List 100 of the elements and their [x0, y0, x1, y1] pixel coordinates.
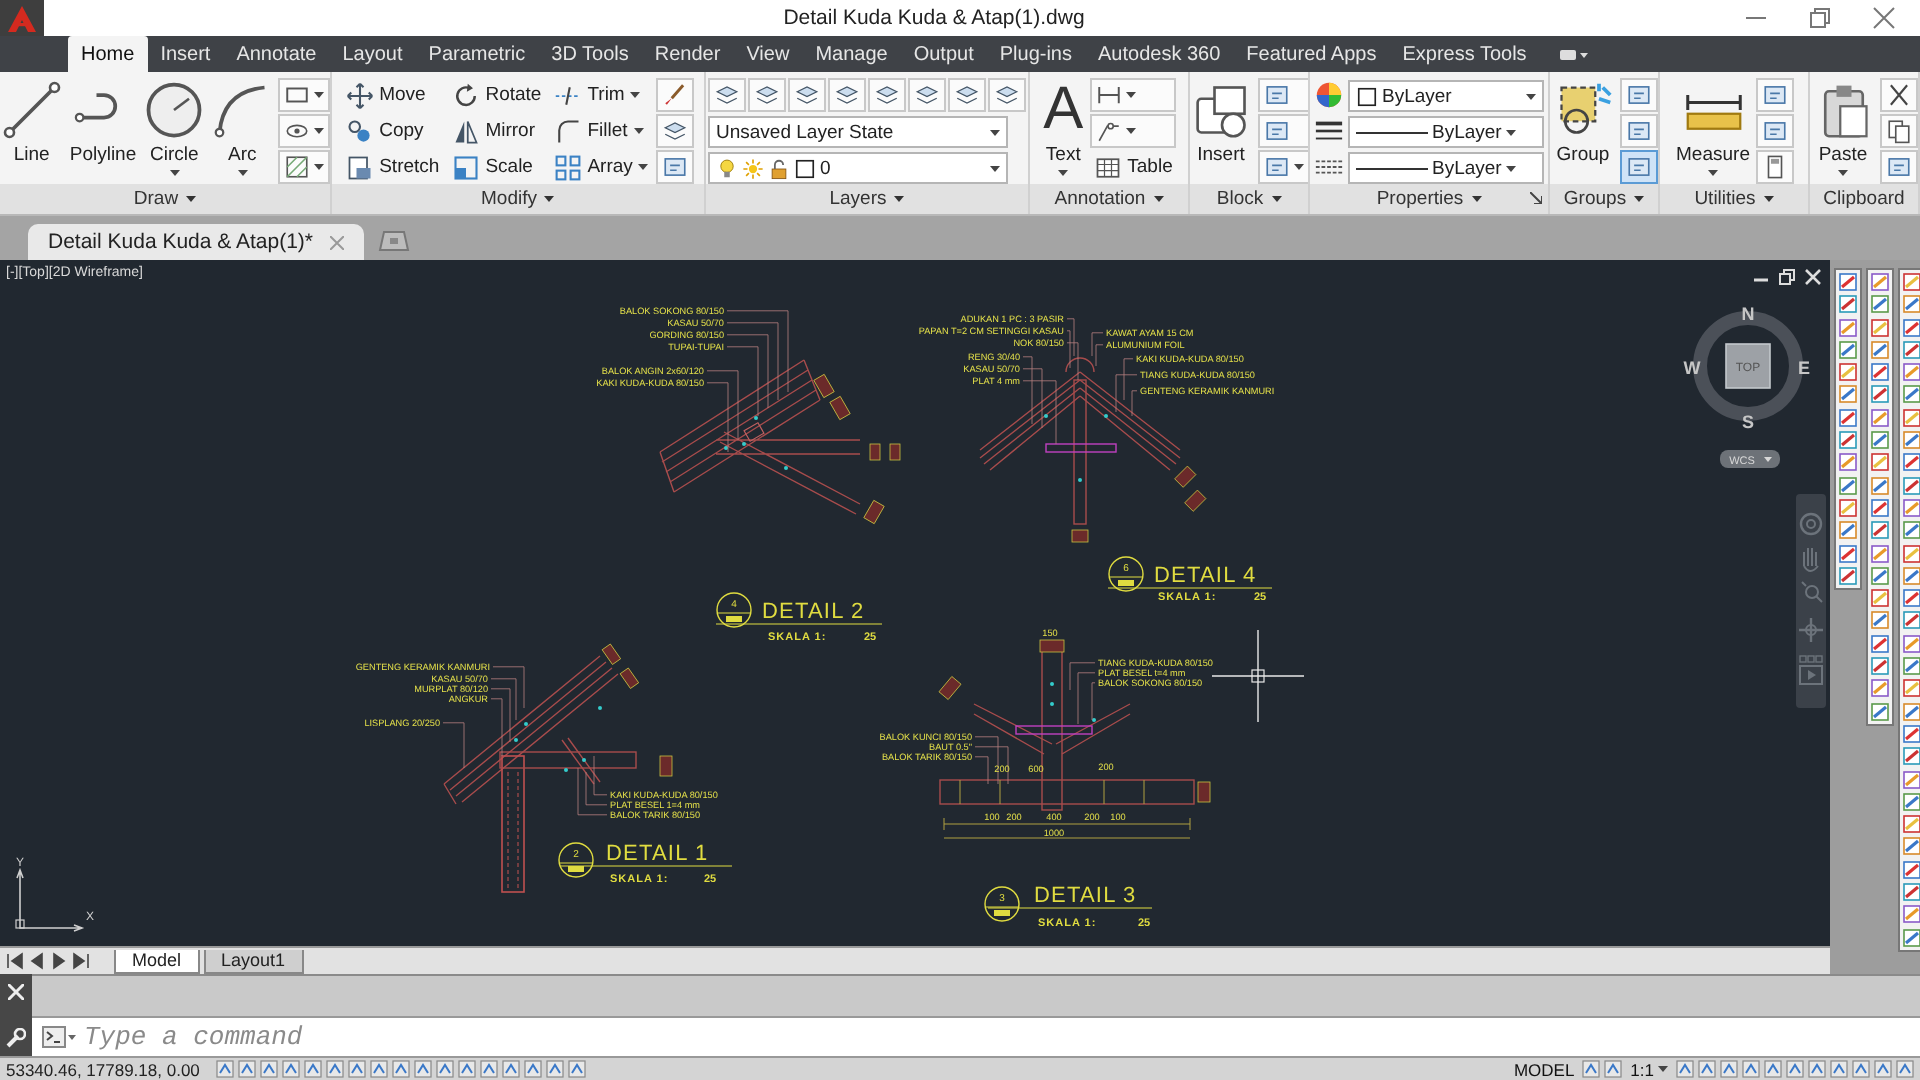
status-toggle-icon[interactable]: [1852, 1060, 1870, 1078]
toolbar-icon[interactable]: [1838, 452, 1858, 473]
ribbon-tool-button[interactable]: Fillet: [549, 114, 653, 148]
toolbar-icon[interactable]: [1870, 520, 1890, 541]
ribbon-tool-button[interactable]: Arc: [210, 78, 275, 178]
ribbon-tool-button[interactable]: Trim: [549, 78, 653, 112]
toolbar-icon[interactable]: [1902, 294, 1920, 315]
toolbar-icon[interactable]: [1838, 565, 1858, 586]
file-tab[interactable]: Detail Kuda Kuda & Atap(1)*: [28, 224, 364, 260]
toolbar-icon[interactable]: [1902, 543, 1920, 564]
toolbar-icon[interactable]: [1902, 407, 1920, 428]
ribbon-icon-button[interactable]: [1755, 78, 1794, 112]
layout-tab[interactable]: Layout1: [203, 949, 304, 973]
toolbar-icon[interactable]: [1838, 384, 1858, 405]
ribbon-tab[interactable]: Insert: [147, 36, 224, 72]
ribbon-icon-button[interactable]: [278, 78, 330, 112]
compass-label[interactable]: S: [1742, 412, 1754, 432]
status-toggle-icon[interactable]: [1786, 1060, 1804, 1078]
compass-label[interactable]: W: [1683, 358, 1701, 378]
status-toggle-icon[interactable]: [567, 1060, 586, 1078]
ribbon-icon-button[interactable]: [1879, 150, 1917, 184]
toolbar-icon[interactable]: [1902, 272, 1920, 292]
status-toggle-icon[interactable]: [457, 1060, 476, 1078]
toolbar-icon[interactable]: [1870, 633, 1890, 654]
ribbon-tool-button[interactable]: Array: [549, 150, 653, 184]
toolbar-icon[interactable]: [1838, 294, 1858, 315]
toolbar-icon[interactable]: [1902, 339, 1920, 360]
panel-title[interactable]: Groups: [1557, 185, 1651, 213]
toolbar-icon[interactable]: [1870, 452, 1890, 473]
model-space-button[interactable]: MODEL: [1509, 1058, 1579, 1080]
ribbon-icon-button[interactable]: [868, 78, 906, 112]
ribbon-icon-button[interactable]: [988, 78, 1026, 112]
model-tab[interactable]: Model: [114, 949, 200, 973]
toolbar-icon[interactable]: [1902, 791, 1920, 812]
panel-title[interactable]: Draw: [127, 185, 203, 213]
toolbar-icon[interactable]: [1870, 475, 1890, 496]
status-toggle-icon[interactable]: [1830, 1060, 1848, 1078]
toolbar-icon[interactable]: [1870, 565, 1890, 586]
status-toggle-icon[interactable]: [259, 1060, 278, 1078]
ribbon-tool-button[interactable]: Copy: [341, 114, 444, 148]
ribbon-icon-button[interactable]: [1755, 114, 1794, 148]
ribbon-tool-button[interactable]: Line: [0, 78, 64, 168]
ribbon-tab[interactable]: Express Tools: [1389, 36, 1540, 72]
dialog-launcher-icon[interactable]: [1530, 192, 1542, 204]
status-toggle-icon[interactable]: [1698, 1060, 1716, 1078]
ribbon-icon-button[interactable]: [948, 78, 986, 112]
panel-title[interactable]: Annotation: [1048, 185, 1170, 213]
ribbon-tool-button[interactable]: Move: [341, 78, 444, 112]
status-toggle-icon[interactable]: [1764, 1060, 1782, 1078]
ribbon-tool-button[interactable]: Table: [1089, 150, 1177, 184]
status-toggle-icon[interactable]: [303, 1060, 322, 1078]
toolbar-icon[interactable]: [1902, 588, 1920, 609]
toolbar-icon[interactable]: [1902, 882, 1920, 903]
toolbar-icon[interactable]: [1902, 859, 1920, 880]
zoom-icon[interactable]: [1801, 581, 1823, 603]
toolbar-icon[interactable]: [1870, 362, 1890, 383]
status-toggle-icon[interactable]: [237, 1060, 256, 1078]
ribbon-tool-button[interactable]: Group: [1551, 78, 1615, 168]
color-wheel-icon[interactable]: [1314, 80, 1344, 110]
panel-title[interactable]: Layers: [823, 185, 911, 213]
toolbar-icon[interactable]: [1902, 565, 1920, 586]
toolbar-icon[interactable]: [1902, 384, 1920, 405]
toolbar-icon[interactable]: [1902, 520, 1920, 541]
status-toggle-icon[interactable]: [281, 1060, 300, 1078]
ribbon-tool-button[interactable]: Polyline: [67, 78, 139, 168]
next-layout-icon[interactable]: [50, 952, 68, 970]
toolbar-icon[interactable]: [1902, 814, 1920, 835]
toolbar-icon[interactable]: [1902, 723, 1920, 744]
status-toggle-icon[interactable]: [369, 1060, 388, 1078]
status-toggle-icon[interactable]: [1720, 1060, 1738, 1078]
toolbar-icon[interactable]: [1870, 497, 1890, 518]
panel-title[interactable]: Modify: [475, 185, 561, 213]
panel-title[interactable]: Properties: [1370, 185, 1488, 213]
previous-layout-icon[interactable]: [28, 952, 46, 970]
toolbar-icon[interactable]: [1902, 497, 1920, 518]
toolbar-icon[interactable]: [1902, 610, 1920, 631]
status-toggle-icon[interactable]: [1896, 1060, 1914, 1078]
panel-title[interactable]: Utilities: [1688, 185, 1780, 213]
status-toggle-icon[interactable]: [215, 1060, 234, 1078]
ribbon-tool-button[interactable]: Mirror: [447, 114, 546, 148]
ribbon-icon-button[interactable]: [1089, 114, 1177, 148]
ribbon-tool-button[interactable]: Stretch: [341, 150, 444, 184]
toolbar-icon[interactable]: [1870, 588, 1890, 609]
toolbar-icon[interactable]: [1902, 430, 1920, 451]
restore-icon[interactable]: [1778, 268, 1796, 286]
status-toggle-icon[interactable]: [1604, 1060, 1623, 1078]
ribbon-icon-button[interactable]: [1257, 78, 1308, 112]
ribbon-icon-button[interactable]: [708, 78, 746, 112]
ribbon-tab[interactable]: View: [733, 36, 803, 72]
panel-title[interactable]: Clipboard: [1817, 185, 1911, 213]
status-toggle-icon[interactable]: [1582, 1060, 1601, 1078]
toolbar-icon[interactable]: [1838, 475, 1858, 496]
toolbar-icon[interactable]: [1870, 272, 1890, 292]
ribbon-icon-button[interactable]: [1879, 78, 1917, 112]
ribbon-tab[interactable]: Render: [641, 36, 734, 72]
status-toggle-icon[interactable]: [1874, 1060, 1892, 1078]
pan-hand-icon[interactable]: [1803, 547, 1819, 572]
color-dropdown[interactable]: ByLayer: [1348, 80, 1544, 112]
status-toggle-icon[interactable]: [413, 1060, 432, 1078]
status-toggle-icon[interactable]: [435, 1060, 454, 1078]
